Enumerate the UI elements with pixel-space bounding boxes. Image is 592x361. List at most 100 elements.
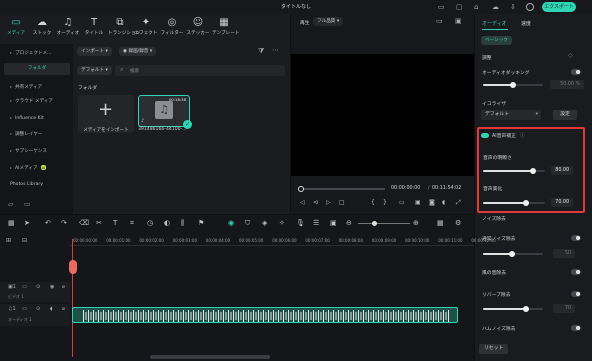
image-icon[interactable]: ▣: [455, 17, 462, 25]
track-lock-icon[interactable]: ⊙: [36, 284, 40, 290]
folder-add-icon[interactable]: ▱: [8, 200, 13, 208]
flag-icon[interactable]: ⚑: [198, 219, 204, 227]
normal-noise-toggle[interactable]: [571, 235, 581, 241]
picture-icon[interactable]: ▣: [330, 219, 337, 227]
toolbar-effect-button[interactable]: ✦ エフェクト: [134, 16, 158, 42]
playhead-knob[interactable]: [298, 186, 304, 192]
fullscreen-icon[interactable]: ▭: [399, 199, 405, 206]
settings-icon[interactable]: ⚙: [455, 219, 461, 227]
sidebar-item[interactable]: Photos Library: [4, 179, 70, 191]
toolbar-cloud-button[interactable]: ☁ ストック: [30, 16, 54, 42]
track-eye-icon[interactable]: ◉: [50, 284, 54, 290]
step-back-icon[interactable]: ⊲: [313, 199, 318, 206]
normal-noise-knob[interactable]: [509, 251, 515, 257]
voice-clarity-value[interactable]: 80.00: [551, 166, 573, 175]
sidebar-item[interactable]: ▸ サブシーケンス: [4, 145, 70, 157]
voice-clarity-slider[interactable]: [483, 168, 545, 174]
wind-noise-toggle[interactable]: [571, 269, 581, 275]
ai-voice-toggle[interactable]: [481, 133, 489, 138]
toolbar-filter-button[interactable]: ◎ フィルター: [160, 16, 184, 42]
basic-button[interactable]: ベーシック: [481, 36, 512, 45]
effects-icon[interactable]: ✧: [279, 219, 285, 227]
monitor-icon[interactable]: ▭: [438, 3, 445, 11]
reverb-knob[interactable]: [523, 306, 529, 312]
layout-icon[interactable]: ▦: [8, 219, 15, 227]
pointer-icon[interactable]: ➤: [24, 219, 30, 227]
sidebar-item[interactable]: ▸ AIメディア AI: [4, 162, 70, 174]
adjust-diamond-icon[interactable]: ◇: [568, 52, 573, 59]
quality-dropdown[interactable]: フル品質 ▾: [313, 17, 344, 26]
info-icon[interactable]: ⓘ: [520, 132, 525, 139]
shield-icon[interactable]: ⛉: [245, 219, 250, 228]
toolbar-folder-button[interactable]: ▭ メディア: [4, 16, 28, 42]
audio-clip[interactable]: [72, 307, 458, 323]
cut-icon[interactable]: ✂: [96, 219, 102, 227]
voice-beautify-value[interactable]: 70.00: [551, 198, 573, 207]
split-icon[interactable]: ⫼: [181, 219, 184, 228]
audio-mute-icon[interactable]: ⌀: [62, 306, 65, 312]
playhead-line[interactable]: [72, 239, 73, 357]
download-icon[interactable]: ⇩: [510, 3, 516, 11]
undo-icon[interactable]: ↶: [45, 219, 51, 227]
redo-icon[interactable]: ↷: [61, 219, 67, 227]
crop-icon[interactable]: ⌗: [130, 219, 134, 228]
normal-noise-slider[interactable]: [483, 251, 543, 257]
play-icon[interactable]: ▷: [326, 199, 331, 206]
magnet-icon[interactable]: ◉: [228, 219, 234, 227]
zoom-in-icon[interactable]: ⊕: [413, 219, 419, 227]
stop-icon[interactable]: □: [339, 199, 345, 206]
text-tool-icon[interactable]: T: [113, 219, 117, 227]
sidebar-item[interactable]: ▸ Influence Kit: [4, 112, 70, 124]
tab-speed[interactable]: 速度: [521, 20, 531, 27]
marker-icon[interactable]: ◈: [262, 219, 267, 227]
folder-icon[interactable]: ▭: [24, 200, 31, 208]
display-icon[interactable]: ▣: [415, 199, 421, 206]
record-button[interactable]: ◉ 録画/録音 ▾: [119, 47, 157, 56]
list-icon[interactable]: ☰: [313, 219, 319, 227]
audio-folder-icon[interactable]: ▭: [22, 306, 27, 312]
mark-in-icon[interactable]: {: [371, 199, 375, 206]
track-folder-icon[interactable]: ▭: [22, 284, 27, 290]
playback-tab[interactable]: 再生: [300, 19, 310, 26]
reverb-toggle[interactable]: [571, 291, 581, 297]
cloud-sync-icon[interactable]: ☁: [492, 3, 499, 11]
audio-clip-card[interactable]: ♫ 00:18:38 ♪ ✓: [138, 95, 192, 129]
link-icon[interactable]: ⊟: [22, 237, 27, 244]
audio-lock-icon[interactable]: ⊙: [36, 306, 40, 312]
sidebar-item[interactable]: ▸ クラウド メディア: [4, 95, 70, 107]
export-button[interactable]: エクスポート: [542, 2, 576, 12]
volume-icon[interactable]: ◖: [442, 199, 445, 206]
snapshot-icon[interactable]: ▭: [436, 17, 443, 25]
grid-view-icon[interactable]: ▦: [437, 219, 444, 227]
audio-speaker-icon[interactable]: ◖: [50, 306, 53, 312]
ducking-slider[interactable]: [483, 82, 543, 88]
video-canvas[interactable]: [291, 54, 474, 176]
account-icon[interactable]: [526, 3, 534, 11]
sidebar-item[interactable]: ▸ 共有メディア: [4, 81, 70, 93]
normal-noise-value[interactable]: 50: [553, 249, 575, 258]
toolbar-music-button[interactable]: ♫ オーディオ: [56, 16, 80, 42]
sort-dropdown[interactable]: デフォルト ▾: [77, 66, 112, 75]
camera-icon[interactable]: ◙: [429, 199, 435, 206]
mic-icon[interactable]: 🎙︎: [296, 219, 305, 227]
sidebar-item[interactable]: ▸ プロジェクトメ...: [4, 47, 70, 59]
mark-out-icon[interactable]: }: [383, 199, 387, 206]
add-track-icon[interactable]: ⊞: [6, 237, 11, 244]
ducking-slider-knob[interactable]: [510, 82, 516, 88]
playhead-handle[interactable]: [69, 260, 77, 274]
expand-icon[interactable]: ⤢: [456, 199, 461, 207]
reset-button[interactable]: リセット: [479, 344, 509, 354]
zoom-slider[interactable]: [358, 221, 410, 226]
toolbar-transition-button[interactable]: ⧉ トランジション: [108, 16, 140, 42]
delete-icon[interactable]: ⌫: [79, 219, 89, 227]
track-mute-icon[interactable]: ⌀: [62, 284, 65, 290]
device-icon[interactable]: ▢: [456, 3, 463, 11]
prev-frame-icon[interactable]: ◁: [300, 199, 305, 206]
voice-beautify-slider[interactable]: [483, 200, 545, 206]
timeline-scrollbar[interactable]: [150, 355, 270, 359]
toolbar-sticker-button[interactable]: ☺ ステッカー: [186, 16, 210, 42]
ducking-value-box[interactable]: 50.00 %: [550, 80, 584, 89]
reverb-slider[interactable]: [483, 306, 543, 312]
preview-progress-track[interactable]: [298, 186, 385, 192]
equalizer-dropdown[interactable]: デフォルト ▾: [481, 110, 541, 120]
